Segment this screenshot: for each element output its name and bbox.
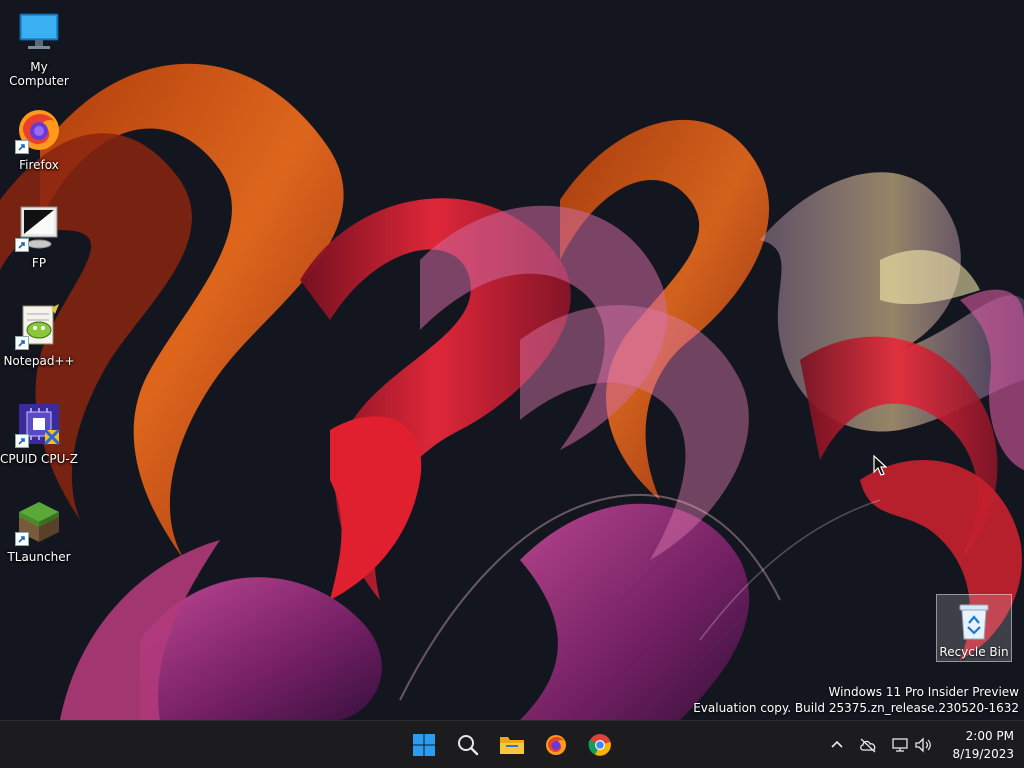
shortcut-arrow-icon (15, 532, 29, 546)
cloud-offline-icon (860, 738, 876, 753)
chevron-up-icon (831, 740, 843, 748)
desktop-icon-label: CPUID CPU-Z (0, 452, 78, 466)
recycle-bin-icon (954, 599, 994, 643)
grass-block-icon (15, 498, 63, 546)
desktop-icon-label: My Computer (9, 60, 69, 88)
taskbar[interactable]: 2:00 PM 8/19/2023 (0, 720, 1024, 768)
start-icon (413, 734, 435, 756)
desktop-icon-label: FP (31, 256, 47, 270)
desktop-icon-fp[interactable]: FP (0, 204, 78, 270)
network-icon (892, 738, 908, 752)
show-hidden-icons-button[interactable] (827, 735, 847, 755)
file-explorer-icon (500, 737, 524, 754)
cpu-chip-icon (15, 400, 63, 448)
start-button[interactable] (404, 725, 444, 765)
desktop-icon-cpuid-cpu-z[interactable]: CPUID CPU-Z (0, 400, 78, 466)
desktop-icon-notepad-plus-plus[interactable]: Notepad++ (0, 302, 78, 368)
desktop-icon-label: TLauncher (7, 550, 71, 564)
monitor-icon (15, 8, 63, 56)
desktop-icon-my-computer[interactable]: My Computer (0, 8, 78, 88)
firefox-icon (15, 106, 63, 154)
file-explorer-button[interactable] (492, 725, 532, 765)
desktop-icon-recycle-bin[interactable]: Recycle Bin (936, 594, 1012, 662)
desktop-icon-firefox[interactable]: Firefox (0, 106, 78, 172)
volume-icon (915, 737, 931, 753)
notepad-plus-plus-icon (15, 302, 63, 350)
desktop-icon-label: Firefox (19, 158, 59, 172)
chrome-taskbar-button[interactable] (580, 725, 620, 765)
clock-button[interactable]: 2:00 PM 8/19/2023 (952, 727, 1014, 763)
volume-button[interactable] (913, 735, 933, 755)
desktop-icon-label: Notepad++ (3, 354, 75, 368)
search-icon (458, 735, 479, 756)
desktop-icon-tlauncher[interactable]: TLauncher (0, 498, 78, 564)
shortcut-arrow-icon (15, 336, 29, 350)
clock-date: 8/19/2023 (952, 747, 1014, 761)
firefox-taskbar-button[interactable] (536, 725, 576, 765)
wallpaper (0, 63, 1024, 720)
watermark-line-edition: Windows 11 Pro Insider Preview (828, 685, 1019, 699)
shortcut-arrow-icon (15, 140, 29, 154)
network-button[interactable] (890, 735, 910, 755)
chrome-icon (588, 734, 611, 756)
shortcut-arrow-icon (15, 238, 29, 252)
crt-monitor-icon (15, 204, 63, 252)
watermark-line-build: Evaluation copy. Build 25375.zn_release.… (693, 701, 1019, 715)
desktop[interactable]: My Computer Firefox FP Notepad++ CPUID C… (0, 0, 1024, 720)
shortcut-arrow-icon (15, 434, 29, 448)
firefox-icon (546, 735, 566, 755)
clock-time: 2:00 PM (965, 729, 1014, 743)
evaluation-watermark: Windows 11 Pro Insider Preview Evaluatio… (693, 684, 1019, 716)
mouse-pointer-icon (873, 455, 887, 476)
onedrive-status-button[interactable] (858, 735, 878, 755)
search-button[interactable] (448, 725, 488, 765)
desktop-icon-label: Recycle Bin (939, 645, 1009, 659)
